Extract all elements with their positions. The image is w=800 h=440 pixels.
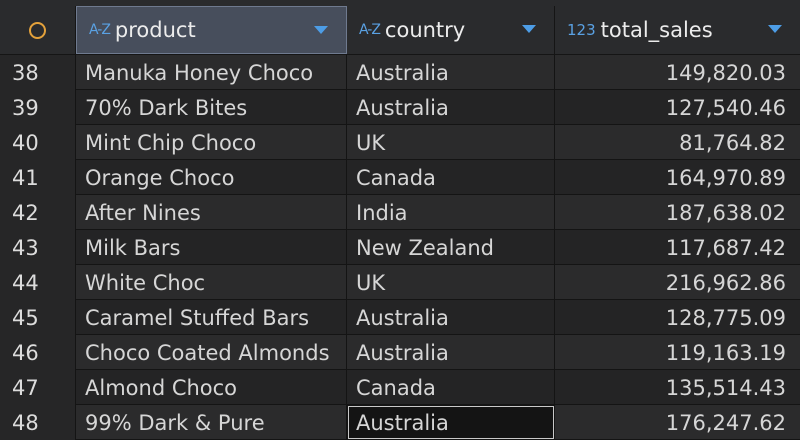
- product-cell[interactable]: Milk Bars: [76, 230, 347, 265]
- table-row[interactable]: 43 Milk Bars New Zealand 117,687.42: [0, 230, 800, 265]
- table-row[interactable]: 40 Mint Chip Choco UK 81,764.82: [0, 125, 800, 160]
- column-header-total-sales[interactable]: 123 total_sales: [555, 6, 800, 54]
- product-cell[interactable]: Choco Coated Almonds: [76, 335, 347, 370]
- total-sales-cell[interactable]: 164,970.89: [555, 160, 800, 195]
- country-cell[interactable]: UK: [347, 125, 555, 160]
- row-number[interactable]: 39: [0, 90, 76, 125]
- row-number[interactable]: 38: [0, 55, 76, 90]
- number-type-icon: 123: [567, 21, 596, 39]
- total-sales-cell[interactable]: 149,820.03: [555, 55, 800, 90]
- table-row[interactable]: 39 70% Dark Bites Australia 127,540.46: [0, 90, 800, 125]
- product-cell[interactable]: Orange Choco: [76, 160, 347, 195]
- product-cell[interactable]: 70% Dark Bites: [76, 90, 347, 125]
- row-number[interactable]: 41: [0, 160, 76, 195]
- record-circle-icon: [29, 21, 46, 39]
- total-sales-cell[interactable]: 176,247.62: [555, 405, 800, 440]
- column-header-label: total_sales: [600, 18, 713, 42]
- table-row[interactable]: 38 Manuka Honey Choco Australia 149,820.03: [0, 55, 800, 90]
- chevron-down-icon[interactable]: [768, 25, 782, 33]
- product-cell[interactable]: White Choc: [76, 265, 347, 300]
- total-sales-cell[interactable]: 128,775.09: [555, 300, 800, 335]
- row-number[interactable]: 48: [0, 405, 76, 440]
- chevron-down-icon[interactable]: [522, 25, 536, 33]
- total-sales-cell[interactable]: 127,540.46: [555, 90, 800, 125]
- total-sales-cell[interactable]: 117,687.42: [555, 230, 800, 265]
- table-row[interactable]: 45 Caramel Stuffed Bars Australia 128,775.0…: [0, 300, 800, 335]
- results-grid: A-Z product A-Z country 123 total_sales …: [0, 0, 800, 440]
- country-cell[interactable]: Australia: [347, 335, 555, 370]
- country-cell[interactable]: Canada: [347, 370, 555, 405]
- row-number[interactable]: 46: [0, 335, 76, 370]
- column-header-label: product: [114, 18, 196, 42]
- total-sales-cell[interactable]: 187,638.02: [555, 195, 800, 230]
- column-header-row: A-Z product A-Z country 123 total_sales: [0, 0, 800, 55]
- table-row[interactable]: 46 Choco Coated Almonds Australia 119,163.1…: [0, 335, 800, 370]
- country-cell[interactable]: Canada: [347, 160, 555, 195]
- row-number[interactable]: 40: [0, 125, 76, 160]
- table-row[interactable]: 47 Almond Choco Canada 135,514.43: [0, 370, 800, 405]
- country-cell[interactable]: Australia: [347, 300, 555, 335]
- product-cell[interactable]: Mint Chip Choco: [76, 125, 347, 160]
- row-number[interactable]: 47: [0, 370, 76, 405]
- column-header-product[interactable]: A-Z product: [76, 6, 347, 54]
- total-sales-cell[interactable]: 81,764.82: [555, 125, 800, 160]
- country-cell[interactable]: Australia: [347, 405, 555, 440]
- product-cell[interactable]: 99% Dark & Pure: [76, 405, 347, 440]
- row-number[interactable]: 43: [0, 230, 76, 265]
- product-cell[interactable]: Almond Choco: [76, 370, 347, 405]
- select-all-corner[interactable]: [0, 6, 76, 54]
- column-header-country[interactable]: A-Z country: [347, 6, 555, 54]
- text-type-icon: A-Z: [89, 22, 111, 38]
- country-cell[interactable]: UK: [347, 265, 555, 300]
- total-sales-cell[interactable]: 119,163.19: [555, 335, 800, 370]
- country-cell[interactable]: Australia: [347, 55, 555, 90]
- text-type-icon: A-Z: [359, 22, 381, 38]
- product-cell[interactable]: Manuka Honey Choco: [76, 55, 347, 90]
- product-cell[interactable]: Caramel Stuffed Bars: [76, 300, 347, 335]
- product-cell[interactable]: After Nines: [76, 195, 347, 230]
- country-cell[interactable]: Australia: [347, 90, 555, 125]
- row-number[interactable]: 45: [0, 300, 76, 335]
- table-row[interactable]: 42 After Nines India 187,638.02: [0, 195, 800, 230]
- table-row[interactable]: 44 White Choc UK 216,962.86: [0, 265, 800, 300]
- country-cell[interactable]: New Zealand: [347, 230, 555, 265]
- country-cell[interactable]: India: [347, 195, 555, 230]
- row-number[interactable]: 44: [0, 265, 76, 300]
- table-row[interactable]: 48 99% Dark & Pure Australia 176,247.62: [0, 405, 800, 440]
- total-sales-cell[interactable]: 135,514.43: [555, 370, 800, 405]
- total-sales-cell[interactable]: 216,962.86: [555, 265, 800, 300]
- row-number[interactable]: 42: [0, 195, 76, 230]
- chevron-down-icon[interactable]: [314, 26, 328, 34]
- column-header-label: country: [384, 18, 466, 42]
- table-row[interactable]: 41 Orange Choco Canada 164,970.89: [0, 160, 800, 195]
